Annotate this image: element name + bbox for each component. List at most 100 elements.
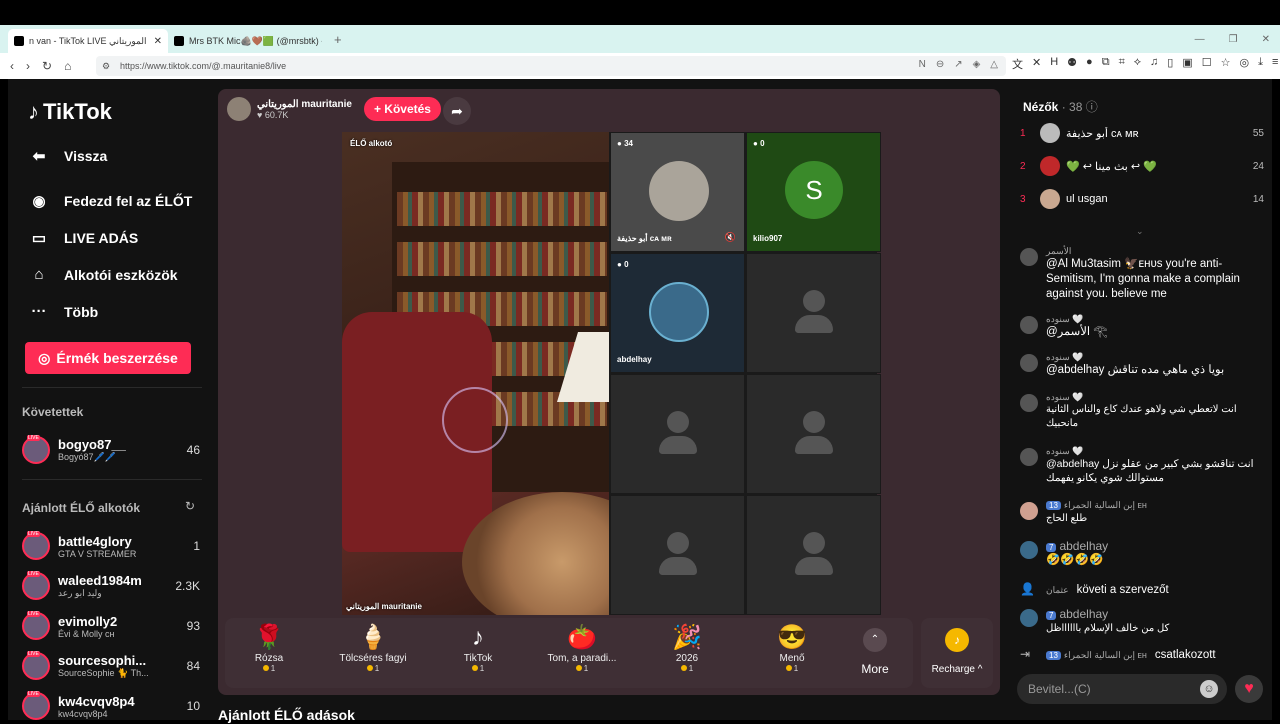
nav-creator-tools[interactable]: ⌂ Alkotói eszközök	[28, 266, 177, 283]
tiktok-logo[interactable]: ♪ TikTok	[28, 99, 112, 125]
following-account[interactable]: bogyo87__ Bogyó87🖊️🖊️ 46	[22, 432, 200, 468]
chat-username[interactable]: سنوده 🤍	[1046, 352, 1264, 363]
gift-item[interactable]: 🌹 Rózsa 1	[219, 623, 319, 673]
browser-tab-active[interactable]: n van - TikTok LIVE الموريتاني ✕	[8, 29, 168, 53]
wallet-icon[interactable]: ▣	[1182, 56, 1192, 72]
reload-icon[interactable]: ↻	[42, 59, 52, 73]
avatar[interactable]	[1020, 354, 1038, 372]
more-gifts-button[interactable]: ⌃ More	[858, 628, 892, 676]
gift-price: 1	[532, 664, 632, 673]
gift-item[interactable]: 🎉 2026 1	[637, 623, 737, 673]
chat-username[interactable]: abdelhay	[1059, 539, 1108, 553]
chat-username[interactable]: abdelhay	[1059, 607, 1108, 621]
chat-username[interactable]: إبن السالية الحمراء ᴇʜ	[1064, 500, 1147, 510]
nav-explore-live[interactable]: ◉ Fedezd fel az ÉLŐT	[28, 192, 192, 210]
recommended-account[interactable]: sourcesophi... SourceSophie 🐈 Th... 84	[22, 648, 200, 684]
host-avatar[interactable]	[227, 97, 251, 121]
extension-icon[interactable]: ✕	[1032, 56, 1041, 72]
sidebar-icon[interactable]: ▯	[1167, 56, 1173, 72]
emoji-icon[interactable]: ☺	[1200, 680, 1218, 698]
empty-seat[interactable]	[610, 495, 745, 615]
close-window-icon[interactable]: ✕	[1262, 34, 1270, 45]
close-tab-icon[interactable]: ✕	[154, 36, 162, 47]
hls-icon[interactable]: H	[1050, 56, 1058, 72]
translate-icon[interactable]: 文	[1012, 56, 1023, 72]
media-icon[interactable]: ♫	[1150, 56, 1158, 72]
chat-text: انت لاتعطي شي ولاهو عندك كاع والناس الثا…	[1046, 404, 1237, 429]
chevron-down-icon[interactable]: ⌄	[1136, 226, 1144, 237]
chat-username[interactable]: سنوده 🤍	[1046, 446, 1264, 457]
empty-seat[interactable]	[746, 253, 881, 373]
address-bar[interactable]: ⚙ https://www.tiktok.com/@.mauritanie8/l…	[96, 56, 1006, 76]
minimize-icon[interactable]: —	[1195, 34, 1205, 45]
extension-icon[interactable]: ⌗	[1119, 56, 1125, 72]
party-2026-icon: 🎉	[672, 624, 702, 651]
recommended-account[interactable]: kw4cvqv8p4 kw4cvqv8p4 10	[22, 688, 200, 724]
extension-icon[interactable]: ⟡	[1134, 56, 1141, 72]
chat-username[interactable]: سنوده 🤍	[1046, 314, 1264, 325]
avatar[interactable]	[1020, 394, 1038, 412]
mute-icon[interactable]: N	[919, 59, 926, 70]
gift-item[interactable]: 🍦 Tölcséres fagyi 1	[323, 623, 423, 673]
get-coins-button[interactable]: ◎ Érmék beszerzése	[25, 342, 191, 374]
browser-tab[interactable]: Mrs BTK Mic🪨🤎🟩 (@mrsbtk) - T	[168, 29, 328, 53]
help-icon[interactable]: ⓘ	[1086, 100, 1098, 114]
avatar[interactable]	[1020, 502, 1038, 520]
zoom-icon[interactable]: ⊖	[936, 59, 944, 70]
refresh-icon[interactable]: ↻	[185, 499, 195, 513]
star-icon[interactable]: ☆	[1221, 56, 1231, 72]
empty-seat[interactable]	[746, 495, 881, 615]
new-tab-icon[interactable]: +	[334, 32, 342, 47]
top-viewer-row[interactable]: 1 أبو حذيفة ᴄᴀ ᴍʀ 55	[1020, 121, 1264, 145]
extension-icon[interactable]: ●	[1086, 56, 1093, 72]
gift-price: 1	[323, 664, 423, 673]
gift-item[interactable]: 😎 Menő 1	[742, 623, 842, 673]
download-icon[interactable]: ⤓	[1258, 56, 1263, 72]
avatar[interactable]	[1020, 248, 1038, 266]
main-video[interactable]	[342, 132, 609, 615]
nav-live-broadcast[interactable]: ▭ LIVE ADÁS	[28, 229, 138, 247]
back-icon[interactable]: ‹	[10, 59, 14, 73]
avatar[interactable]	[1020, 448, 1038, 466]
warning-icon[interactable]: △	[990, 59, 998, 70]
chat-username[interactable]: الأسمر	[1046, 246, 1264, 257]
recharge-button[interactable]: ♪ Recharge ^	[921, 618, 993, 688]
share-icon[interactable]: ➦	[443, 97, 471, 125]
gift-item[interactable]: ♪ TikTok 1	[428, 623, 528, 673]
like-heart-icon[interactable]: ♥	[1235, 675, 1263, 703]
vpn-icon[interactable]: ◎	[1240, 56, 1250, 72]
follow-button[interactable]: + Követés	[363, 97, 441, 121]
top-viewer-row[interactable]: 2 💚 ↩ بث مينا ↩ 💚 24	[1020, 154, 1264, 178]
rose-icon: 🌹	[254, 624, 284, 651]
menu-icon[interactable]: ≡	[1272, 56, 1278, 72]
home-icon[interactable]: ⌂	[64, 59, 71, 73]
avatar[interactable]	[1020, 316, 1038, 334]
empty-seat[interactable]	[610, 374, 745, 494]
back-link[interactable]: ⬅ Vissza	[28, 147, 108, 165]
guest-tile[interactable]: S ● 0 kilio907	[746, 132, 881, 252]
chat-input[interactable]: Bevitel...(C)	[1017, 674, 1227, 704]
shield-icon[interactable]: ◈	[973, 59, 981, 70]
recommended-account[interactable]: battle4glory GTA V STREAMER 1	[22, 528, 200, 564]
chat-username[interactable]: سنوده 🤍	[1046, 392, 1264, 403]
chat-username[interactable]: إبن السالية الحمراء ᴇʜ	[1064, 650, 1147, 660]
recommended-account[interactable]: evimolly2 Évi & Molly ᴄʜ 93	[22, 608, 200, 644]
maximize-icon[interactable]: ❐	[1229, 34, 1238, 45]
extension-icon[interactable]: ⚉	[1067, 56, 1077, 72]
host-name[interactable]: الموريتاني mauritanie	[257, 99, 352, 110]
share-icon[interactable]: ↗	[954, 59, 962, 70]
nav-more[interactable]: ··· Több	[28, 303, 99, 320]
chat-username[interactable]: عثمان	[1046, 585, 1069, 596]
recommended-account[interactable]: waleed1984m وليد ابو رعد 2.3K	[22, 568, 200, 604]
guest-tile[interactable]: ● 34 أبو حذيفة ᴄᴀ ᴍʀ 🔇	[610, 132, 745, 252]
gift-item[interactable]: 🍅 Tom, a paradi... 1	[532, 623, 632, 673]
site-info-icon[interactable]: ⚙	[102, 61, 110, 72]
forward-icon[interactable]: ›	[26, 59, 30, 73]
guest-tile[interactable]: ● 0 abdelhay	[610, 253, 745, 373]
puzzle-icon[interactable]: ⧉	[1102, 56, 1110, 72]
bookmark-icon[interactable]: ☐	[1202, 56, 1212, 72]
top-viewer-row[interactable]: 3 ul usgan 14	[1020, 187, 1264, 211]
avatar[interactable]	[1020, 609, 1038, 627]
avatar[interactable]	[1020, 541, 1038, 559]
empty-seat[interactable]	[746, 374, 881, 494]
